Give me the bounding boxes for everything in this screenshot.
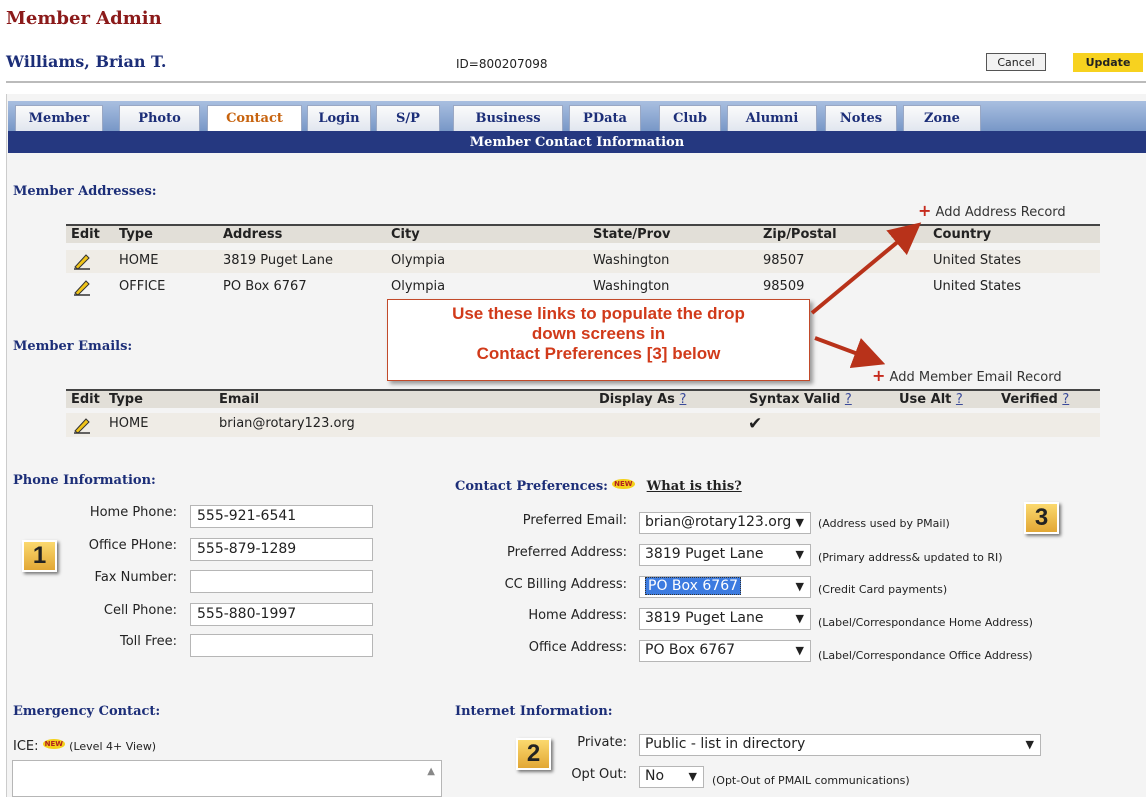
- help-link[interactable]: ?: [679, 392, 686, 407]
- office-address-value: PO Box 6767: [645, 642, 736, 658]
- preferences-header: Contact Preferences: NEW What is this?: [455, 479, 742, 494]
- preferred-address-select[interactable]: 3819 Puget Lane ▼: [639, 544, 811, 566]
- table-row: HOME brian@rotary123.org ✔: [66, 413, 1100, 437]
- home-phone-label: Home Phone:: [89, 505, 177, 520]
- cell-phone-label: Cell Phone:: [103, 603, 177, 618]
- cc-billing-address-value: PO Box 6767: [645, 577, 742, 595]
- opt-out-select[interactable]: No ▼: [639, 766, 704, 788]
- emergency-heading: Emergency Contact:: [13, 704, 161, 719]
- new-badge-icon: NEW: [42, 739, 66, 749]
- preferred-email-note: (Address used by PMail): [818, 517, 950, 530]
- preferred-email-select[interactable]: brian@rotary123.org ▼: [639, 512, 811, 534]
- dropdown-arrow-icon: ▼: [795, 612, 804, 625]
- step-badge-3: 3: [1024, 502, 1059, 534]
- email-address: brian@rotary123.org: [219, 416, 355, 431]
- use-alt-label: Use Alt: [899, 392, 952, 407]
- dropdown-arrow-icon: ▼: [795, 644, 804, 657]
- office-phone-label: Office PHone:: [88, 538, 177, 553]
- dropdown-arrow-icon: ▼: [688, 770, 697, 783]
- step-badge-2: 2: [516, 738, 551, 770]
- edit-pencil-icon[interactable]: [72, 416, 92, 434]
- home-address-label: Home Address:: [528, 608, 627, 623]
- syntax-valid-label: Syntax Valid: [749, 392, 841, 407]
- private-select[interactable]: Public - list in directory ▼: [639, 734, 1041, 756]
- fax-number-input[interactable]: [190, 570, 373, 593]
- verified-label: Verified: [1001, 392, 1058, 407]
- office-address-select[interactable]: PO Box 6767 ▼: [639, 640, 811, 662]
- preferred-address-note: (Primary address& updated to RI): [818, 551, 1003, 564]
- dropdown-arrow-icon: ▼: [795, 580, 804, 593]
- home-address-select[interactable]: 3819 Puget Lane ▼: [639, 608, 811, 630]
- arrow-to-add-address: [810, 222, 922, 315]
- help-link[interactable]: ?: [845, 392, 852, 407]
- arrow-to-add-email: [814, 336, 886, 369]
- preferred-address-label: Preferred Address:: [507, 545, 627, 560]
- add-email-label: Add Member Email Record: [889, 370, 1062, 385]
- syntax-valid-checkmark-icon: ✔: [748, 414, 763, 434]
- add-email-link[interactable]: + Add Member Email Record: [872, 366, 1062, 385]
- help-link[interactable]: ?: [1062, 392, 1069, 407]
- new-badge-icon: NEW: [612, 479, 635, 489]
- home-address-note: (Label/Correspondance Home Address): [818, 616, 1033, 629]
- toll-free-label: Toll Free:: [119, 634, 177, 649]
- dropdown-arrow-icon: ▼: [795, 516, 804, 529]
- ice-label: ICE:: [13, 739, 39, 754]
- step-badge-1: 1: [22, 540, 57, 572]
- emails-table-header: Edit Type Email Display As ? Syntax Vali…: [66, 389, 1100, 408]
- cc-billing-address-select[interactable]: PO Box 6767 ▼: [639, 576, 811, 598]
- office-phone-input[interactable]: 555-879-1289: [190, 538, 373, 561]
- preferred-email-label: Preferred Email:: [522, 513, 627, 528]
- email-type: HOME: [109, 416, 149, 431]
- emails-heading: Member Emails:: [13, 339, 133, 354]
- ice-textarea[interactable]: ▲: [12, 760, 442, 797]
- office-address-label: Office Address:: [528, 640, 627, 655]
- home-address-value: 3819 Puget Lane: [645, 610, 764, 626]
- dropdown-arrow-icon: ▼: [1025, 738, 1034, 751]
- col-display-as[interactable]: Display As ?: [599, 392, 686, 407]
- what-is-this-link[interactable]: What is this?: [647, 479, 742, 494]
- help-link[interactable]: ?: [956, 392, 963, 407]
- opt-out-value: No: [645, 768, 665, 784]
- preferred-address-value: 3819 Puget Lane: [645, 546, 764, 562]
- ice-label-row: ICE: NEW (Level 4+ View): [13, 739, 156, 754]
- scroll-up-icon[interactable]: ▲: [427, 766, 435, 777]
- col-syntax-valid[interactable]: Syntax Valid ?: [749, 392, 852, 407]
- plus-icon: +: [872, 366, 886, 385]
- office-address-note: (Label/Correspondance Office Address): [818, 649, 1033, 662]
- col-email: Email: [219, 392, 260, 407]
- col-use-alt[interactable]: Use Alt ?: [899, 392, 963, 407]
- phone-heading: Phone Information:: [13, 473, 156, 488]
- private-label: Private:: [577, 735, 627, 750]
- col-verified[interactable]: Verified ?: [1001, 392, 1069, 407]
- cell-phone-input[interactable]: 555-880-1997: [190, 603, 373, 626]
- col-type: Type: [109, 392, 143, 407]
- col-edit: Edit: [71, 392, 100, 407]
- cc-billing-address-label: CC Billing Address:: [504, 577, 627, 592]
- dropdown-arrow-icon: ▼: [795, 548, 804, 561]
- cc-billing-address-note: (Credit Card payments): [818, 583, 948, 596]
- display-as-label: Display As: [599, 392, 675, 407]
- internet-heading: Internet Information:: [455, 704, 613, 719]
- opt-out-label: Opt Out:: [571, 767, 627, 782]
- home-phone-input[interactable]: 555-921-6541: [190, 505, 373, 528]
- opt-out-note: (Opt-Out of PMAIL communications): [712, 774, 910, 787]
- fax-number-label: Fax Number:: [94, 570, 177, 585]
- ice-note: (Level 4+ View): [69, 740, 157, 753]
- preferences-heading: Contact Preferences:: [455, 479, 608, 494]
- preferred-email-value: brian@rotary123.org: [645, 514, 792, 530]
- toll-free-input[interactable]: [190, 634, 373, 657]
- private-value: Public - list in directory: [645, 736, 806, 752]
